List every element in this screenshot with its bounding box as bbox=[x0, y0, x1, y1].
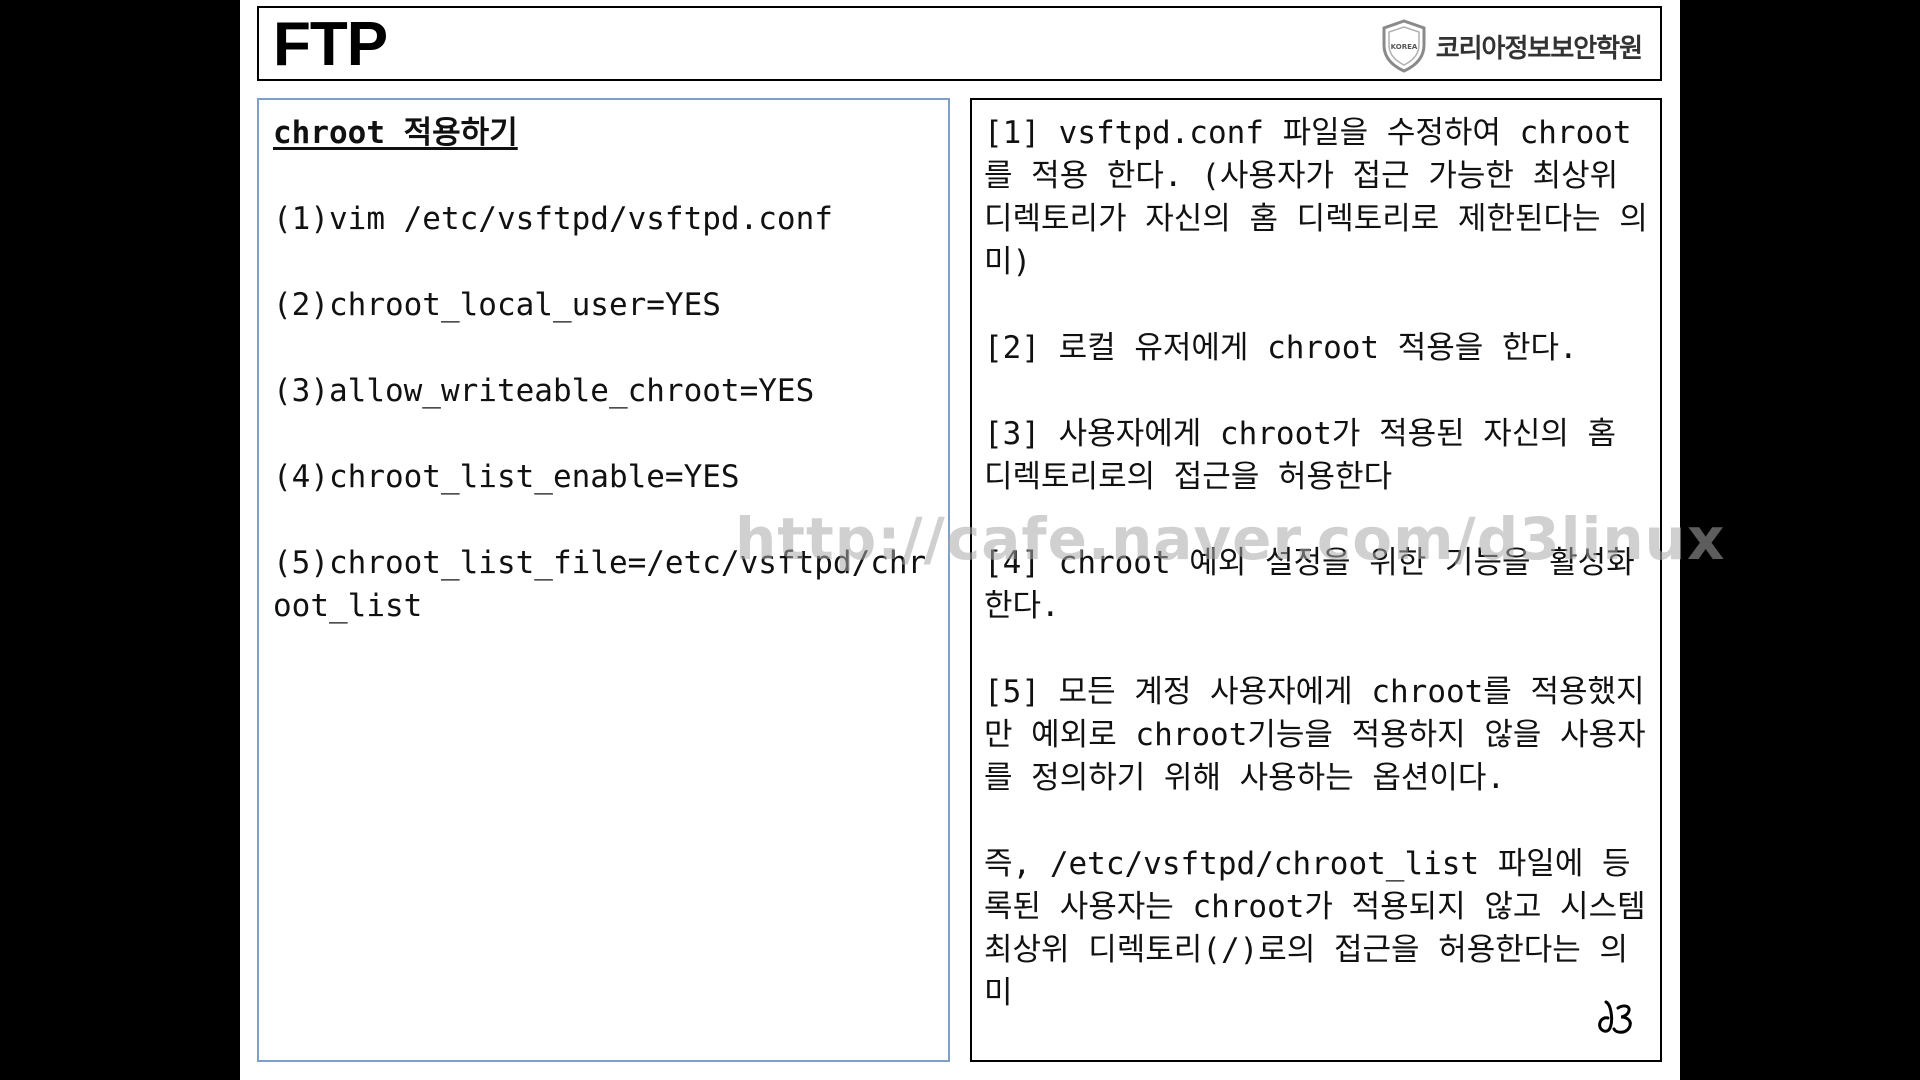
academy-logo: KOREA 코리아정보보안학원 bbox=[1380, 19, 1643, 73]
config-step: (2)chroot_local_user=YES bbox=[273, 287, 721, 323]
explanation-note: 즉, /etc/vsftpd/chroot_list 파일에 등록된 사용자는 … bbox=[984, 846, 1665, 1011]
title-bar: FTP KOREA 코리아정보보안학원 bbox=[257, 6, 1662, 81]
logo-badge-text: KOREA bbox=[1390, 43, 1417, 51]
explanation-note: [1] vsftpd.conf 파일을 수정하여 chroot를 적용 한다. … bbox=[984, 115, 1648, 280]
explanation-note: [2] 로컬 유저에게 chroot 적용을 한다. bbox=[984, 330, 1578, 366]
section-heading: chroot 적용하기 bbox=[273, 115, 518, 151]
explanation-note: [4] chroot 예외 설정을 위한 기능을 활성화한다. bbox=[984, 545, 1635, 624]
config-step: (3)allow_writeable_chroot=YES bbox=[273, 373, 815, 409]
config-steps-panel: chroot 적용하기 (1)vim /etc/vsftpd/vsftpd.co… bbox=[257, 98, 950, 1062]
explanation-note: [5] 모든 계정 사용자에게 chroot를 적용했지만 예외로 chroot… bbox=[984, 674, 1646, 796]
logo-org-name: 코리아정보보안학원 bbox=[1435, 33, 1643, 64]
slide-title: FTP bbox=[273, 10, 388, 79]
explanation-panel: [1] vsftpd.conf 파일을 수정하여 chroot를 적용 한다. … bbox=[970, 98, 1662, 1062]
d3-signature-icon bbox=[1598, 1000, 1632, 1034]
config-step: (1)vim /etc/vsftpd/vsftpd.conf bbox=[273, 201, 833, 237]
shield-icon: KOREA bbox=[1380, 19, 1428, 73]
slide: FTP KOREA 코리아정보보안학원 chroot 적용하기 (1)vim /… bbox=[240, 0, 1724, 1080]
explanation-note: [3] 사용자에게 chroot가 적용된 자신의 홈 디렉토리로의 접근을 허… bbox=[984, 416, 1635, 495]
config-step: (5)chroot_list_file=/etc/vsftpd/chroot_l… bbox=[273, 545, 927, 624]
config-step: (4)chroot_list_enable=YES bbox=[273, 459, 740, 495]
